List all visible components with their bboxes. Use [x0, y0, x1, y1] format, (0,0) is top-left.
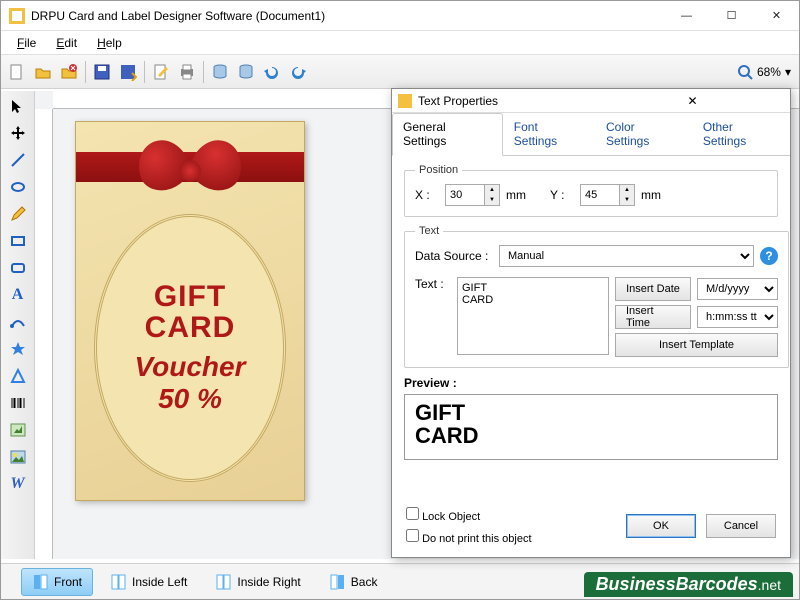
tab-inside-right[interactable]: Inside Right [204, 568, 311, 596]
tab-general-settings[interactable]: General Settings [392, 113, 503, 156]
text-tool[interactable]: A [4, 282, 32, 308]
tab-front[interactable]: Front [21, 568, 93, 596]
tab-inside-left[interactable]: Inside Left [99, 568, 198, 596]
dialog-footer: Lock Object Do not print this object OK … [392, 501, 790, 557]
text-properties-dialog: Text Properties ✕ General Settings Font … [391, 88, 791, 558]
curve-tool[interactable] [4, 309, 32, 335]
toolbar-separator [85, 61, 86, 83]
menu-edit[interactable]: Edit [48, 34, 85, 52]
tab-back[interactable]: Back [318, 568, 389, 596]
ok-button[interactable]: OK [626, 514, 696, 538]
position-group: Position X : ▲▼ mm Y : ▲▼ mm [404, 164, 778, 217]
rounded-rect-tool[interactable] [4, 255, 32, 281]
dialog-body: Position X : ▲▼ mm Y : ▲▼ mm Text Data S… [392, 156, 790, 501]
tool-palette: A W [1, 91, 35, 559]
x-unit: mm [506, 188, 526, 202]
title-bar: DRPU Card and Label Designer Software (D… [1, 1, 799, 31]
card-canvas[interactable]: GIFTCARD Voucher50 % [75, 121, 305, 501]
position-legend: Position [415, 164, 462, 176]
dialog-close-button[interactable]: ✕ [601, 94, 784, 108]
datasource-select[interactable]: Manual [499, 245, 754, 267]
preview-box: GIFTCARD [404, 394, 778, 460]
y-unit: mm [641, 188, 661, 202]
pencil-tool[interactable] [4, 201, 32, 227]
insert-date-button[interactable]: Insert Date [615, 277, 691, 301]
barcode-tool[interactable] [4, 390, 32, 416]
insert-template-button[interactable]: Insert Template [615, 333, 778, 357]
voucher-text[interactable]: Voucher50 % [135, 352, 246, 416]
line-tool[interactable] [4, 147, 32, 173]
menu-help[interactable]: Help [89, 34, 130, 52]
wordart-tool[interactable]: W [4, 471, 32, 497]
text-label: Text : [415, 277, 451, 291]
x-input[interactable]: ▲▼ [445, 184, 500, 206]
zoom-dropdown-icon[interactable]: ▾ [785, 65, 791, 79]
star-tool[interactable] [4, 336, 32, 362]
tab-font-settings[interactable]: Font Settings [503, 113, 595, 155]
tab-other-settings[interactable]: Other Settings [692, 113, 790, 155]
image1-tool[interactable] [4, 417, 32, 443]
text-legend: Text [415, 225, 443, 237]
page-icon [32, 573, 50, 591]
gift-text[interactable]: GIFTCARD [145, 281, 236, 344]
menu-file[interactable]: File [9, 34, 44, 52]
y-input[interactable]: ▲▼ [580, 184, 635, 206]
database2-button[interactable] [234, 60, 258, 84]
dialog-tabs: General Settings Font Settings Color Set… [392, 113, 790, 156]
toolbar-separator [203, 61, 204, 83]
x-label: X : [415, 188, 439, 202]
lock-object-checkbox[interactable]: Lock Object [406, 507, 616, 523]
bow-knot-icon [179, 160, 201, 182]
edit-button[interactable] [149, 60, 173, 84]
save-as-button[interactable] [116, 60, 140, 84]
dialog-titlebar: Text Properties ✕ [392, 89, 790, 113]
close-button[interactable]: ✕ [754, 1, 799, 30]
image2-tool[interactable] [4, 444, 32, 470]
app-icon [9, 8, 25, 24]
date-format-select[interactable]: M/d/yyyy [697, 278, 778, 300]
toolbar-separator [144, 61, 145, 83]
no-print-checkbox[interactable]: Do not print this object [406, 529, 616, 545]
dialog-title: Text Properties [418, 94, 601, 108]
oval-frame: GIFTCARD Voucher50 % [94, 214, 286, 482]
text-group: Text Data Source : Manual ? Text : GIFT … [404, 225, 789, 368]
zoom-control[interactable]: 68% ▾ [737, 64, 791, 80]
time-format-select[interactable]: h:mm:ss tt [697, 306, 778, 328]
help-icon[interactable]: ? [760, 247, 778, 265]
database-button[interactable] [208, 60, 232, 84]
y-label: Y : [550, 188, 574, 202]
print-button[interactable] [175, 60, 199, 84]
dialog-icon [398, 94, 412, 108]
open-button[interactable] [31, 60, 55, 84]
undo-button[interactable] [260, 60, 284, 84]
preview-label: Preview : [404, 376, 778, 390]
datasource-label: Data Source : [415, 249, 493, 263]
main-toolbar: 68% ▾ [1, 55, 799, 89]
triangle-tool[interactable] [4, 363, 32, 389]
zoom-icon [737, 64, 753, 80]
text-input[interactable]: GIFT CARD [457, 277, 609, 355]
redo-button[interactable] [286, 60, 310, 84]
zoom-value: 68% [757, 65, 781, 79]
watermark: BusinessBarcodes.net [584, 572, 793, 597]
menu-bar: File Edit Help [1, 31, 799, 55]
save-button[interactable] [90, 60, 114, 84]
close-doc-button[interactable] [57, 60, 81, 84]
tab-color-settings[interactable]: Color Settings [595, 113, 692, 155]
cancel-button[interactable]: Cancel [706, 514, 776, 538]
insert-time-button[interactable]: Insert Time [615, 305, 691, 329]
page-icon [110, 573, 128, 591]
minimize-button[interactable]: — [664, 1, 709, 30]
move-tool[interactable] [4, 120, 32, 146]
rect-tool[interactable] [4, 228, 32, 254]
ellipse-tool[interactable] [4, 174, 32, 200]
page-icon [329, 573, 347, 591]
new-doc-button[interactable] [5, 60, 29, 84]
ruler-vertical [35, 109, 53, 559]
window-title: DRPU Card and Label Designer Software (D… [31, 9, 664, 23]
pointer-tool[interactable] [4, 93, 32, 119]
page-icon [215, 573, 233, 591]
maximize-button[interactable]: ☐ [709, 1, 754, 30]
